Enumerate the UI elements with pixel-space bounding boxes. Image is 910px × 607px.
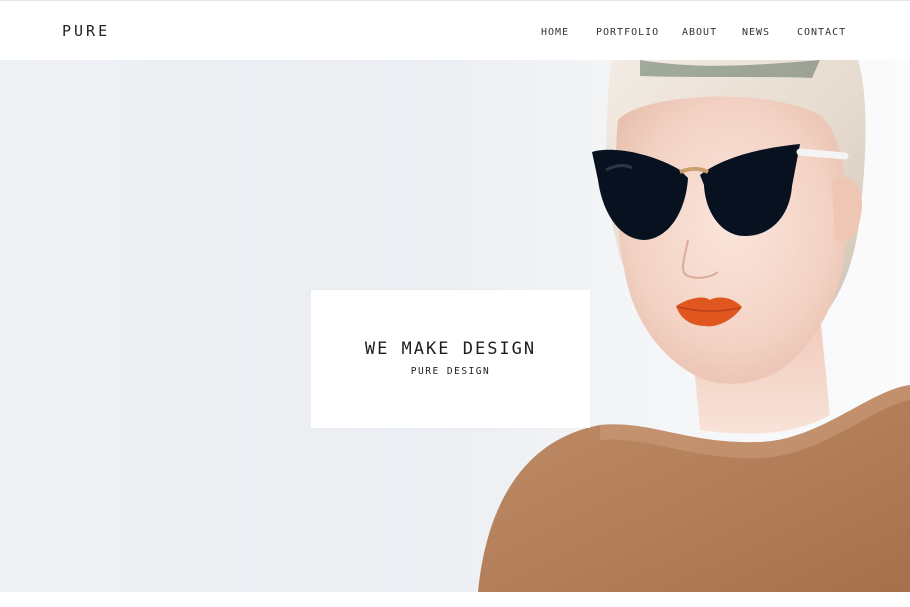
hero-title: WE MAKE DESIGN bbox=[364, 339, 537, 359]
nav-item-contact[interactable]: CONTACT bbox=[797, 27, 846, 38]
page-bottom bbox=[0, 592, 910, 607]
hero-card: WE MAKE DESIGN PURE DESIGN bbox=[311, 290, 590, 428]
nav-item-news[interactable]: NEWS bbox=[742, 27, 770, 38]
hero-subtitle: PURE DESIGN bbox=[410, 366, 491, 377]
logo[interactable]: PURE bbox=[62, 22, 110, 40]
hero-section: WE MAKE DESIGN PURE DESIGN bbox=[0, 60, 910, 592]
site-header: PURE HOME PORTFOLIO ABOUT NEWS CONTACT bbox=[0, 0, 910, 60]
nav-item-home[interactable]: HOME bbox=[541, 27, 569, 38]
nav-item-portfolio[interactable]: PORTFOLIO bbox=[596, 27, 659, 38]
nav-item-about[interactable]: ABOUT bbox=[682, 27, 717, 38]
